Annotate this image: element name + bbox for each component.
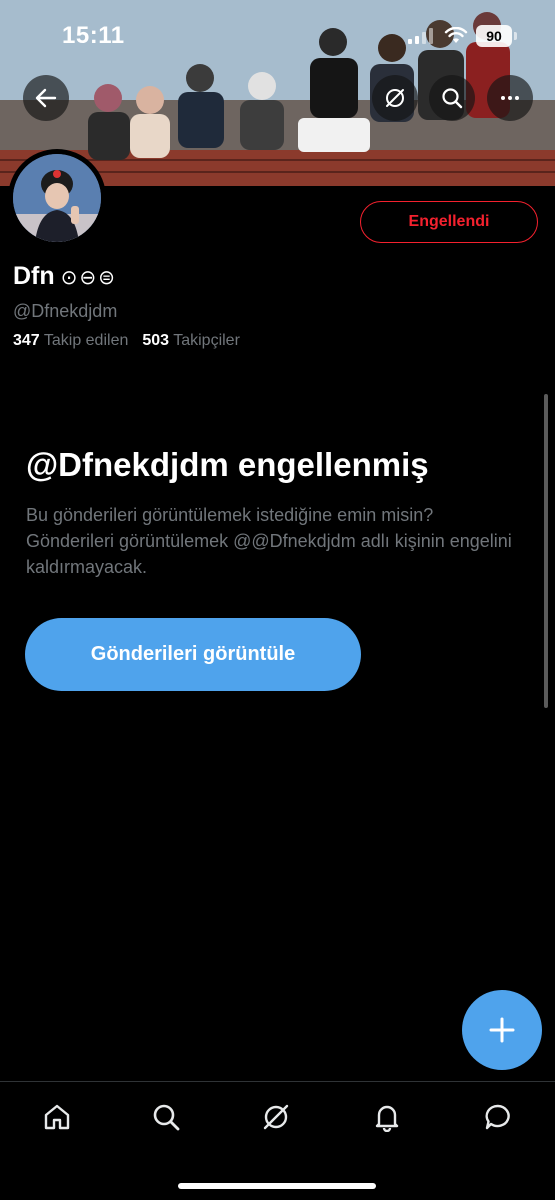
- more-button[interactable]: [487, 75, 533, 121]
- status-bar: 15:11 90: [0, 0, 555, 70]
- nav-notifications[interactable]: [367, 1097, 407, 1137]
- grok-icon: [386, 89, 404, 107]
- scrollbar[interactable]: [544, 394, 548, 708]
- avatar-photo: [13, 154, 101, 242]
- messages-icon: [485, 1104, 510, 1130]
- display-name-text: Dfn: [13, 262, 55, 290]
- compose-button[interactable]: [462, 990, 542, 1070]
- search-icon: [442, 88, 463, 109]
- bell-icon: [375, 1105, 399, 1132]
- user-handle: @Dfnekdjdm: [13, 301, 118, 321]
- view-posts-button[interactable]: Gönderileri görüntüle: [25, 618, 361, 691]
- wifi-icon: [444, 27, 468, 43]
- home-indicator[interactable]: [178, 1183, 376, 1189]
- grok-icon: [263, 1104, 289, 1130]
- followers-label: Takipçiler: [173, 332, 240, 349]
- home-icon: [44, 1104, 70, 1130]
- signal-icon: [408, 28, 433, 44]
- followers-link[interactable]: 503 Takipçiler: [142, 332, 240, 349]
- battery-level: 90: [476, 25, 512, 47]
- nav-home[interactable]: [37, 1097, 77, 1137]
- following-count: 347: [13, 332, 40, 349]
- avatar[interactable]: [13, 154, 101, 242]
- grok-button[interactable]: [372, 75, 418, 121]
- followers-count: 503: [142, 332, 170, 349]
- status-time: 15:11: [62, 22, 125, 49]
- search-icon: [153, 1104, 180, 1131]
- nav-grok[interactable]: [256, 1097, 296, 1137]
- back-button[interactable]: [23, 75, 69, 121]
- battery-tip: [514, 32, 517, 40]
- plus-icon: [489, 1017, 515, 1043]
- blocked-title: @Dfnekdjdm engellenmiş: [26, 446, 429, 483]
- nav-messages[interactable]: [478, 1097, 518, 1137]
- more-icon: [501, 96, 519, 100]
- following-label: Takip edilen: [43, 332, 129, 349]
- nav-search[interactable]: [146, 1097, 186, 1137]
- name-emojis: ⊙⊖⊜: [60, 267, 117, 289]
- arrow-left-icon: [35, 88, 57, 108]
- display-name: Dfn ⊙⊖⊜: [13, 262, 117, 291]
- bottom-nav-divider: [0, 1081, 555, 1082]
- blocked-button[interactable]: Engellendi: [360, 201, 538, 243]
- follow-stats: 347 Takip edilen 503 Takipçiler: [13, 332, 240, 350]
- blocked-description: Bu gönderileri görüntülemek istediğine e…: [26, 505, 512, 577]
- avatar-border: [8, 149, 106, 247]
- following-link[interactable]: 347 Takip edilen: [13, 332, 128, 349]
- search-button[interactable]: [429, 75, 475, 121]
